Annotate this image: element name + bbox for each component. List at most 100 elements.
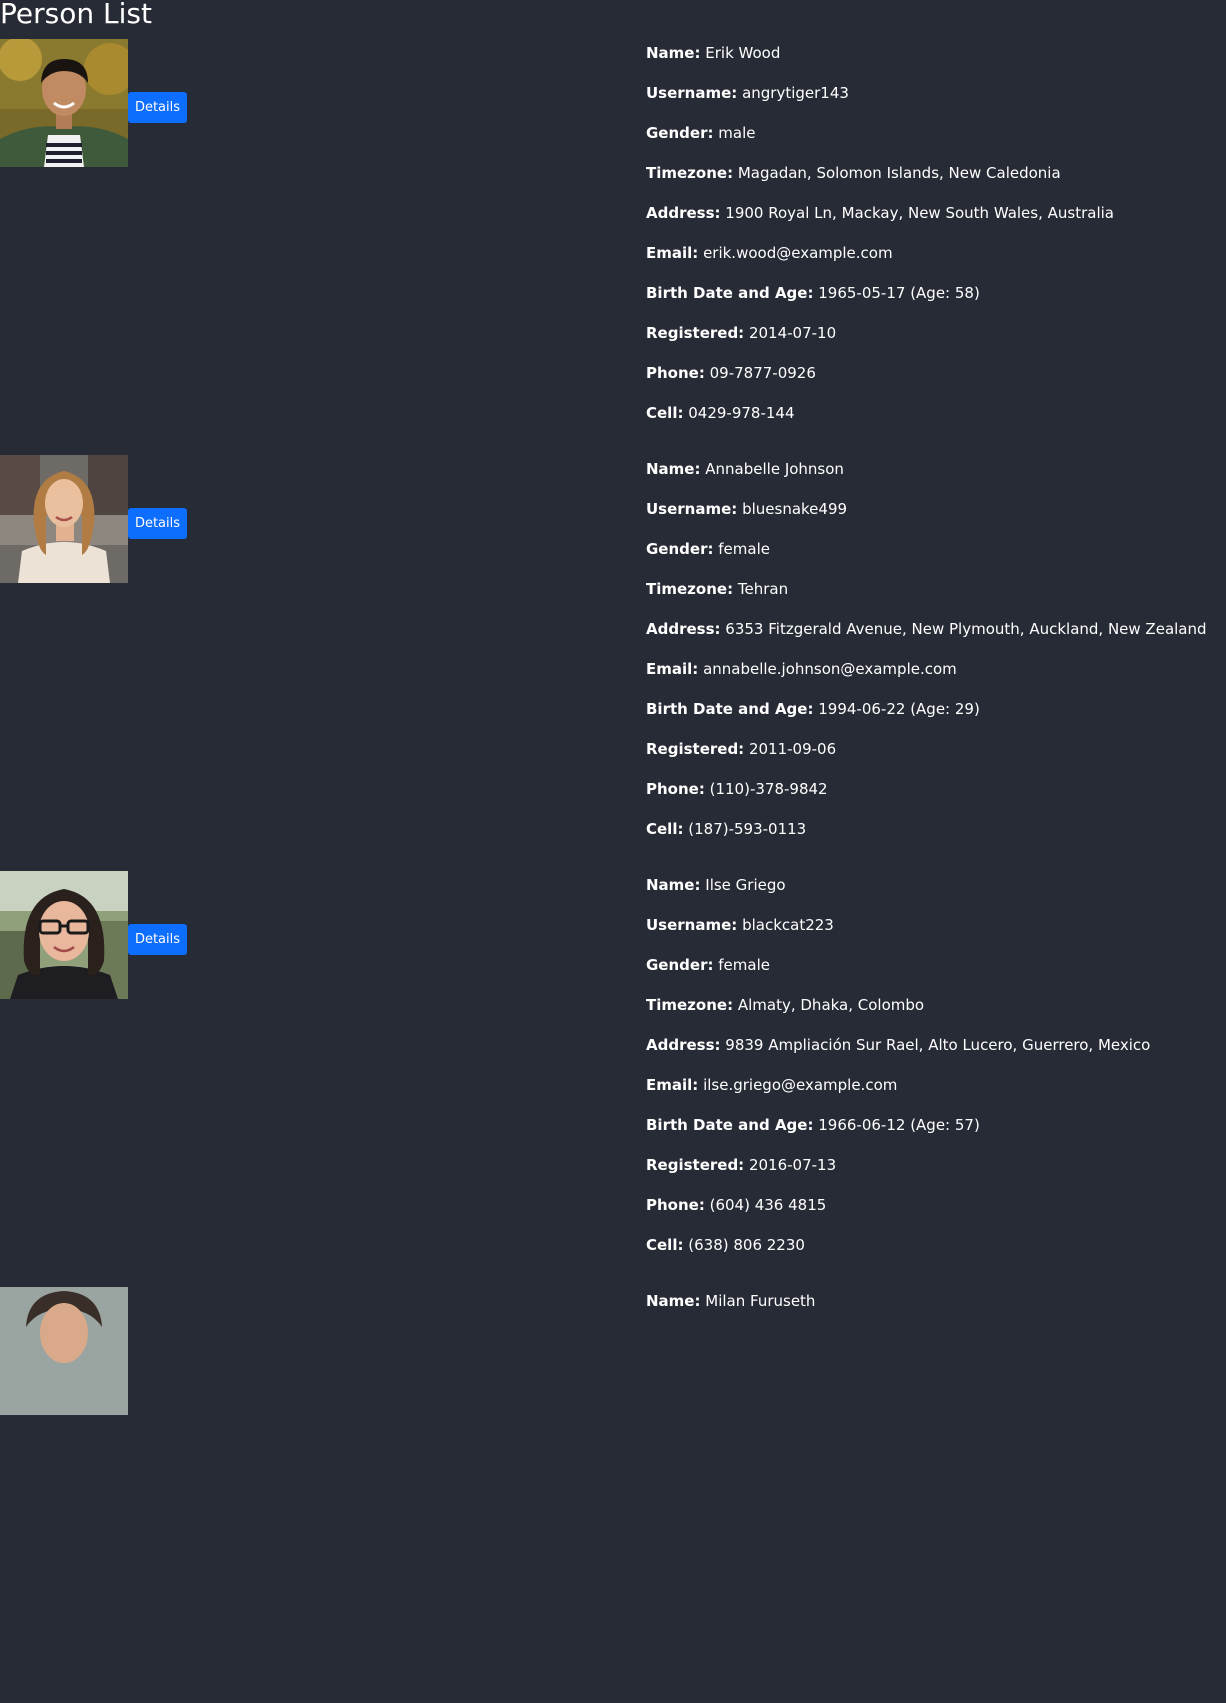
cell-label: Cell: — [646, 820, 684, 838]
timezone-value: Magadan, Solomon Islands, New Caledonia — [737, 164, 1061, 182]
phone-row: Phone: (110)-378-9842 — [646, 775, 1224, 815]
registered-row: Registered: 2011-09-06 — [646, 735, 1224, 775]
timezone-row: Timezone: Magadan, Solomon Islands, New … — [646, 159, 1224, 199]
details-button[interactable]: Details — [128, 924, 187, 955]
gender-value: female — [718, 956, 770, 974]
phone-value: (604) 436 4815 — [709, 1196, 827, 1214]
gender-label: Gender: — [646, 540, 714, 558]
birth-value: 1965-05-17 (Age: 58) — [818, 284, 980, 302]
cell-row: Cell: 0429-978-144 — [646, 399, 1224, 439]
registered-label: Registered: — [646, 1156, 745, 1174]
name-row: Name: Milan Furuseth — [646, 1287, 1224, 1327]
username-row: Username: blackcat223 — [646, 911, 1224, 951]
email-row: Email: erik.wood@example.com — [646, 239, 1224, 279]
username-row: Username: angrytiger143 — [646, 79, 1224, 119]
person-card: Details Name: Annabelle Johnson Username… — [0, 455, 1226, 871]
timezone-label: Timezone: — [646, 996, 734, 1014]
person-card: Details Name: Ilse Griego Username: blac… — [0, 871, 1226, 1287]
gender-value: female — [718, 540, 770, 558]
cell-value: (638) 806 2230 — [688, 1236, 805, 1254]
registered-row: Registered: 2016-07-13 — [646, 1151, 1224, 1191]
timezone-value: Almaty, Dhaka, Colombo — [737, 996, 925, 1014]
avatar — [0, 455, 128, 583]
gender-row: Gender: male — [646, 119, 1224, 159]
avatar — [0, 871, 128, 999]
name-label: Name: — [646, 460, 701, 478]
page-title: Person List — [0, 0, 152, 30]
username-label: Username: — [646, 84, 738, 102]
email-value: erik.wood@example.com — [703, 244, 893, 262]
person-info: Name: Milan Furuseth — [646, 1287, 1224, 1327]
timezone-row: Timezone: Tehran — [646, 575, 1224, 615]
username-value: angrytiger143 — [742, 84, 849, 102]
avatar — [0, 39, 128, 167]
name-label: Name: — [646, 876, 701, 894]
person-list: Details Name: Erik Wood Username: angryt… — [0, 39, 1226, 1703]
person-info: Name: Erik Wood Username: angrytiger143 … — [646, 39, 1224, 439]
email-value: ilse.griego@example.com — [703, 1076, 898, 1094]
phone-value: 09-7877-0926 — [709, 364, 816, 382]
timezone-label: Timezone: — [646, 164, 734, 182]
birth-value: 1994-06-22 (Age: 29) — [818, 700, 980, 718]
birth-row: Birth Date and Age: 1966-06-12 (Age: 57) — [646, 1111, 1224, 1151]
birth-label: Birth Date and Age: — [646, 1116, 814, 1134]
username-label: Username: — [646, 916, 738, 934]
address-value: 9839 Ampliación Sur Rael, Alto Lucero, G… — [725, 1036, 1151, 1054]
email-value: annabelle.johnson@example.com — [703, 660, 957, 678]
name-value: Erik Wood — [705, 44, 781, 62]
birth-label: Birth Date and Age: — [646, 284, 814, 302]
name-row: Name: Ilse Griego — [646, 871, 1224, 911]
cell-value: 0429-978-144 — [688, 404, 795, 422]
address-row: Address: 1900 Royal Ln, Mackay, New Sout… — [646, 199, 1224, 239]
person-info: Name: Ilse Griego Username: blackcat223 … — [646, 871, 1224, 1271]
phone-label: Phone: — [646, 780, 705, 798]
name-value: Ilse Griego — [705, 876, 786, 894]
name-value: Annabelle Johnson — [705, 460, 844, 478]
registered-value: 2011-09-06 — [748, 740, 837, 758]
address-row: Address: 9839 Ampliación Sur Rael, Alto … — [646, 1031, 1224, 1071]
person-card: Details Name: Erik Wood Username: angryt… — [0, 39, 1226, 455]
phone-row: Phone: 09-7877-0926 — [646, 359, 1224, 399]
birth-row: Birth Date and Age: 1965-05-17 (Age: 58) — [646, 279, 1224, 319]
name-value: Milan Furuseth — [705, 1292, 816, 1310]
email-row: Email: ilse.griego@example.com — [646, 1071, 1224, 1111]
name-label: Name: — [646, 1292, 701, 1310]
address-label: Address: — [646, 204, 721, 222]
gender-row: Gender: female — [646, 535, 1224, 575]
birth-row: Birth Date and Age: 1994-06-22 (Age: 29) — [646, 695, 1224, 735]
phone-value: (110)-378-9842 — [709, 780, 828, 798]
timezone-label: Timezone: — [646, 580, 734, 598]
cell-label: Cell: — [646, 1236, 684, 1254]
gender-value: male — [718, 124, 756, 142]
cell-value: (187)-593-0113 — [688, 820, 807, 838]
phone-row: Phone: (604) 436 4815 — [646, 1191, 1224, 1231]
registered-row: Registered: 2014-07-10 — [646, 319, 1224, 359]
registered-value: 2016-07-13 — [748, 1156, 837, 1174]
phone-label: Phone: — [646, 1196, 705, 1214]
details-button[interactable]: Details — [128, 92, 187, 123]
cell-row: Cell: (638) 806 2230 — [646, 1231, 1224, 1271]
username-value: bluesnake499 — [742, 500, 848, 518]
timezone-row: Timezone: Almaty, Dhaka, Colombo — [646, 991, 1224, 1031]
email-label: Email: — [646, 244, 699, 262]
person-card: Name: Milan Furuseth — [0, 1287, 1226, 1703]
username-value: blackcat223 — [742, 916, 834, 934]
person-info: Name: Annabelle Johnson Username: bluesn… — [646, 455, 1224, 855]
address-label: Address: — [646, 1036, 721, 1054]
address-row: Address: 6353 Fitzgerald Avenue, New Ply… — [646, 615, 1224, 655]
gender-label: Gender: — [646, 956, 714, 974]
gender-row: Gender: female — [646, 951, 1224, 991]
registered-value: 2014-07-10 — [748, 324, 837, 342]
birth-value: 1966-06-12 (Age: 57) — [818, 1116, 980, 1134]
name-row: Name: Annabelle Johnson — [646, 455, 1224, 495]
address-value: 6353 Fitzgerald Avenue, New Plymouth, Au… — [725, 620, 1207, 638]
cell-row: Cell: (187)-593-0113 — [646, 815, 1224, 855]
gender-label: Gender: — [646, 124, 714, 142]
email-label: Email: — [646, 660, 699, 678]
email-label: Email: — [646, 1076, 699, 1094]
details-button[interactable]: Details — [128, 508, 187, 539]
name-row: Name: Erik Wood — [646, 39, 1224, 79]
avatar — [0, 1287, 128, 1415]
registered-label: Registered: — [646, 740, 745, 758]
address-value: 1900 Royal Ln, Mackay, New South Wales, … — [725, 204, 1114, 222]
